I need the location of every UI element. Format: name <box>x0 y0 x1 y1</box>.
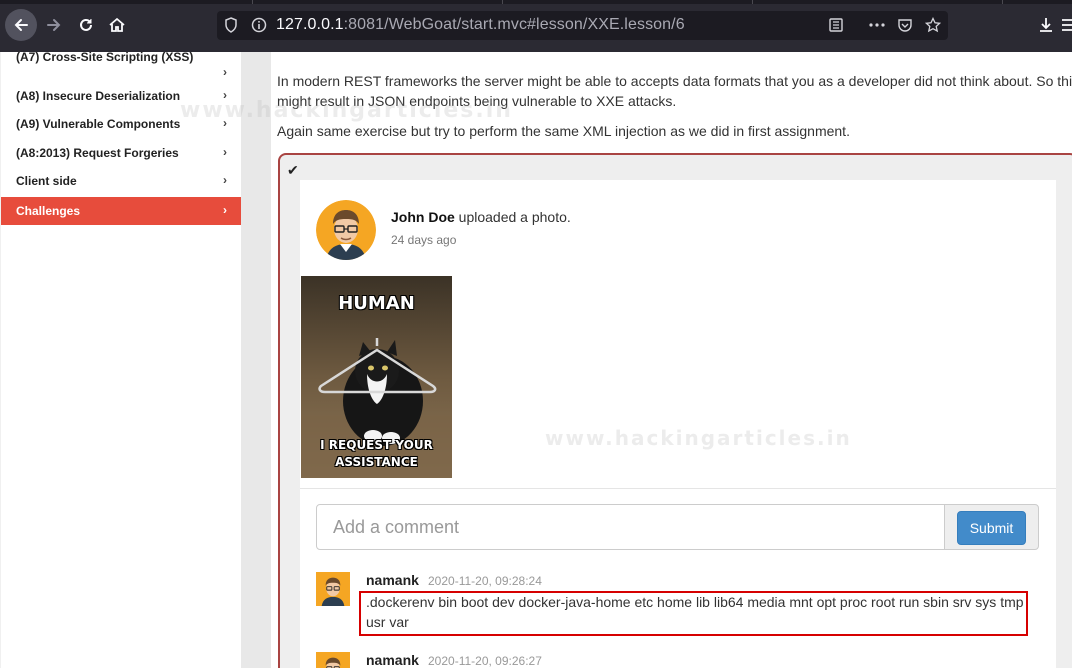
checkmark-icon: ✔ <box>287 162 299 178</box>
meme-top-caption: HUMAN <box>338 293 415 314</box>
menu-icon[interactable] <box>1062 14 1072 36</box>
sidebar-item-client-side[interactable]: Client side › <box>1 167 241 195</box>
chevron-right-icon: › <box>223 203 227 217</box>
comment-input[interactable] <box>317 505 944 549</box>
sidebar-item-label: (A8:2013) Request Forgeries <box>16 146 179 160</box>
forward-button[interactable] <box>38 9 70 41</box>
avatar <box>316 572 350 606</box>
divider <box>300 488 1056 489</box>
comment-author: namank <box>366 572 419 588</box>
avatar <box>316 652 350 668</box>
url-text[interactable]: 127.0.0.1:8081/WebGoat/start.mvc#lesson/… <box>276 16 685 34</box>
info-icon[interactable] <box>249 15 269 35</box>
tab-separator <box>502 0 503 4</box>
chevron-right-icon: › <box>223 145 227 159</box>
post-author[interactable]: John Doe <box>391 209 455 225</box>
comment-submit-addon: Submit <box>944 504 1039 550</box>
url-path: :8081/WebGoat/start.mvc#lesson/XXE.lesso… <box>343 16 685 33</box>
download-icon[interactable] <box>1035 14 1057 36</box>
post-action: uploaded a photo. <box>454 209 571 225</box>
reload-button[interactable] <box>70 9 102 41</box>
sidebar-item-label: Client side <box>16 174 77 188</box>
reader-view-icon[interactable] <box>826 15 846 35</box>
sidebar-item-label: Challenges <box>16 204 81 218</box>
sidebar-item-xss[interactable]: (A7) Cross-Site Scripting (XSS) › <box>1 52 241 83</box>
meme-bottom-caption-line-1: I REQUEST YOUR <box>320 438 433 452</box>
arrow-right-icon <box>47 19 61 31</box>
sidebar-item-label: (A9) Vulnerable Components <box>16 117 181 131</box>
more-actions-icon[interactable] <box>867 15 887 35</box>
sidebar: (A7) Cross-Site Scripting (XSS) › (A8) I… <box>1 52 241 668</box>
url-bar[interactable]: 127.0.0.1:8081/WebGoat/start.mvc#lesson/… <box>217 11 948 40</box>
chevron-right-icon: › <box>223 65 227 79</box>
comment-date: 2020-11-20, 09:28:24 <box>428 574 542 588</box>
tab-strip <box>0 0 1072 4</box>
home-button[interactable] <box>101 9 133 41</box>
post-header: John Doe uploaded a photo. <box>391 209 571 225</box>
lesson-paragraph-1-line-1: In modern REST frameworks the server mig… <box>277 73 1072 89</box>
sidebar-item-challenges[interactable]: Challenges › <box>1 197 241 225</box>
back-button[interactable] <box>5 9 37 41</box>
tab-separator <box>1002 0 1003 4</box>
home-icon <box>109 17 125 32</box>
cat-meme-photo: HUMAN I REQUEST YOUR ASSISTANCE <box>301 276 452 478</box>
sidebar-item-label: (A7) Cross-Site Scripting (XSS) <box>16 52 194 64</box>
lesson-paragraph-2: Again same exercise but try to perform t… <box>277 123 850 139</box>
comment-author: namank <box>366 652 419 668</box>
tab-separator <box>252 0 253 4</box>
sidebar-item-request-forgeries[interactable]: (A8:2013) Request Forgeries › <box>1 139 241 167</box>
assignment-panel: ✔ John Doe uploaded a photo. 24 days ago… <box>278 153 1072 668</box>
submit-button[interactable]: Submit <box>957 511 1026 545</box>
comment-input-group <box>316 504 945 550</box>
bookmark-star-icon[interactable] <box>923 15 943 35</box>
browser-toolbar: 127.0.0.1:8081/WebGoat/start.mvc#lesson/… <box>0 0 1072 52</box>
url-host: 127.0.0.1 <box>276 16 344 33</box>
arrow-left-icon <box>14 19 28 31</box>
post-time: 24 days ago <box>391 233 457 247</box>
pocket-icon[interactable] <box>895 15 915 35</box>
reload-icon <box>80 18 92 31</box>
lesson-content: In modern REST frameworks the server mig… <box>271 52 1072 668</box>
watermark: www.hackingarticles.in <box>545 426 852 450</box>
shield-icon[interactable] <box>221 15 241 35</box>
tab-separator <box>752 0 753 4</box>
meme-bottom-caption-line-2: ASSISTANCE <box>335 455 418 469</box>
highlight-box <box>359 591 1028 636</box>
watermark: www.hackingarticles.in <box>180 98 513 123</box>
photo-post-card: John Doe uploaded a photo. 24 days ago H… <box>300 180 1056 668</box>
page-content: (A7) Cross-Site Scripting (XSS) › (A8) I… <box>0 52 1072 668</box>
avatar <box>316 200 376 260</box>
chevron-right-icon: › <box>223 173 227 187</box>
comment-date: 2020-11-20, 09:26:27 <box>428 654 542 668</box>
sidebar-item-label: (A8) Insecure Deserialization <box>16 89 181 103</box>
content-gutter <box>241 52 271 668</box>
